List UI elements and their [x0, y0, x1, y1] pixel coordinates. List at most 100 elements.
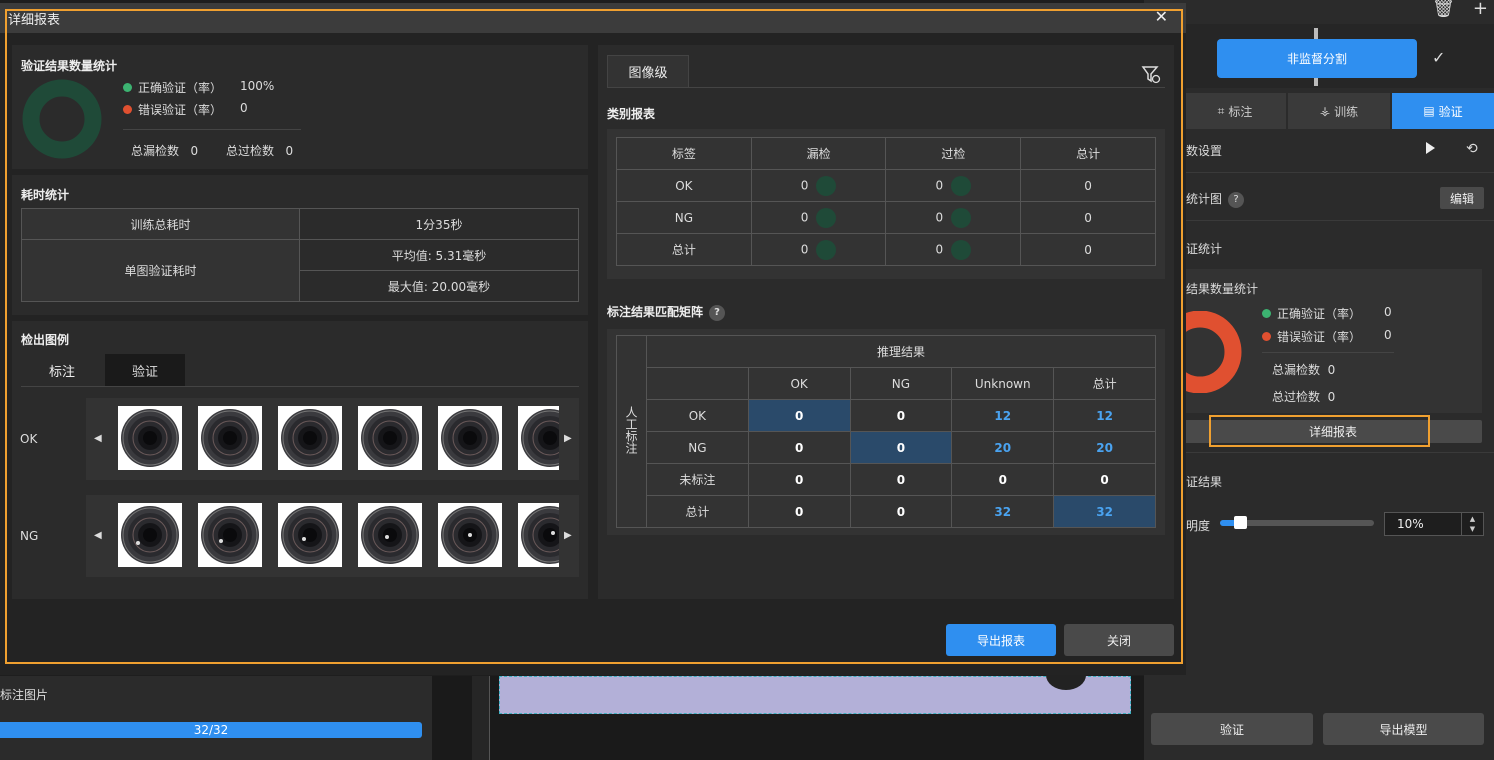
legend-error: 错误验证（率） — [1262, 328, 1361, 345]
close-icon[interactable]: ✕ — [1155, 7, 1168, 26]
divider — [21, 386, 579, 387]
export-model-button[interactable]: 导出模型 — [1323, 713, 1484, 745]
progress-bar: 32/32 — [0, 722, 422, 738]
lens-thumbnail[interactable] — [198, 406, 262, 470]
edit-button[interactable]: 编辑 — [1440, 187, 1484, 209]
legend-error-value: 0 — [1384, 328, 1392, 342]
max-value: 最大值: 20.00毫秒 — [299, 270, 579, 302]
scroll-left-icon[interactable]: ◀ — [94, 433, 102, 444]
help-icon[interactable]: ? — [709, 304, 726, 321]
row-label: OK — [616, 169, 752, 202]
dialog-titlebar: 详细报表 ✕ — [0, 3, 1186, 33]
train-total-value: 1分35秒 — [299, 208, 579, 240]
col-header: 标签 — [616, 137, 752, 170]
red-dot-icon — [1262, 332, 1271, 341]
missed-value: 0 — [800, 178, 809, 192]
legend-error-label: 错误验证（率） — [138, 103, 223, 117]
tab-train[interactable]: ⚶ 训练 — [1288, 93, 1390, 129]
lens-thumbnail[interactable] — [518, 503, 559, 567]
examples-title: 检出图例 — [21, 333, 70, 347]
missed-value: 0 — [800, 210, 809, 224]
validate-button[interactable]: 验证 — [1151, 713, 1313, 745]
matrix-cell: 0 — [951, 463, 1055, 496]
legend-correct: 正确验证（率） — [123, 79, 222, 96]
divider — [1184, 172, 1494, 173]
close-button[interactable]: 关闭 — [1064, 624, 1174, 656]
tab-label-text: 标注 — [1228, 104, 1253, 119]
unsupervised-seg-button[interactable]: 非监督分割 — [1217, 39, 1417, 78]
single-image-label: 单图验证耗时 — [21, 239, 300, 302]
confusion-matrix: 人工标注 推理结果 OK NG Unknown 总计 OK 0 0 12 12 … — [616, 335, 1157, 528]
lens-thumbnail[interactable] — [518, 406, 559, 470]
validate-result-label: 证结果 — [1186, 475, 1223, 489]
over-cell: 0 — [885, 233, 1022, 266]
actual-header: 人工标注 — [623, 406, 638, 454]
legend-error: 错误验证（率） — [123, 101, 222, 118]
row-label: 未标注 — [645, 463, 749, 496]
help-icon[interactable]: ? — [1228, 191, 1245, 208]
matrix-cell: 0 — [747, 431, 851, 464]
divider — [1262, 352, 1394, 353]
predicted-header: 推理结果 — [645, 335, 1157, 368]
scroll-left-icon[interactable]: ◀ — [94, 530, 102, 541]
col-header: 漏检 — [750, 137, 887, 170]
history-icon[interactable]: ⟲ — [1466, 141, 1478, 157]
matrix-cell: 0 — [747, 463, 851, 496]
lens-thumbnail[interactable] — [278, 406, 342, 470]
scroll-right-icon[interactable]: ▶ — [564, 530, 572, 541]
table-row: OK 0 0 12 12 — [617, 399, 1156, 432]
over-value: 0 — [935, 210, 944, 224]
matrix-cell: 0 — [849, 495, 953, 528]
matrix-cell: 0 — [747, 399, 851, 432]
divider — [607, 87, 1165, 88]
brightness-slider-handle[interactable] — [1234, 516, 1247, 529]
row-label-ok: OK — [20, 432, 38, 446]
stats-donut-chart — [22, 79, 102, 159]
matrix-cell: 12 — [951, 399, 1055, 432]
tab-image-level[interactable]: 图像级 — [607, 55, 689, 87]
lens-thumbnail[interactable] — [438, 503, 502, 567]
total-cell: 0 — [1020, 201, 1156, 234]
category-report-table: 标签 漏检 过检 总计 OK 0 0 0 NG 0 0 0 总计 0 0 0 — [616, 137, 1156, 266]
lens-thumbnail[interactable] — [118, 503, 182, 567]
matrix-cell: 20 — [1053, 431, 1156, 464]
missed-label: 总漏检数 — [1272, 363, 1321, 377]
tab-validate[interactable]: ▤ 验证 — [1392, 93, 1494, 129]
lens-thumbnail[interactable] — [358, 406, 422, 470]
tab-label[interactable]: ⌗ 标注 — [1184, 93, 1286, 129]
total-cell: 0 — [1020, 233, 1156, 266]
trash-icon[interactable]: 🗑 — [1432, 0, 1455, 20]
matrix-cell: 0 — [1053, 463, 1156, 496]
table-row: 总计 0 0 32 32 — [617, 495, 1156, 528]
matrix-cell: 0 — [849, 463, 953, 496]
red-dot-icon — [123, 105, 132, 114]
lens-thumbnail[interactable] — [118, 406, 182, 470]
filter-settings-icon[interactable] — [1140, 63, 1162, 85]
canvas-image[interactable] — [499, 676, 1131, 714]
network-icon: ⚶ — [1319, 104, 1331, 118]
col-header: OK — [747, 367, 851, 400]
brightness-spinbox[interactable]: 10% ▲ ▼ — [1384, 512, 1484, 536]
lens-thumbnail[interactable] — [198, 503, 262, 567]
tab-label[interactable]: 标注 — [21, 354, 103, 386]
spin-up-icon[interactable]: ▲ — [1470, 514, 1475, 524]
total-cell: 0 — [1020, 169, 1156, 202]
lens-thumbnail[interactable] — [438, 406, 502, 470]
avg-value: 平均值: 5.31毫秒 — [299, 239, 579, 271]
spin-arrows[interactable]: ▲ ▼ — [1461, 513, 1483, 535]
lens-thumbnail[interactable] — [358, 503, 422, 567]
lens-thumbnail[interactable] — [278, 503, 342, 567]
brightness-value: 10% — [1397, 517, 1424, 531]
scroll-right-icon[interactable]: ▶ — [564, 433, 572, 444]
divider — [1184, 452, 1494, 453]
export-report-button[interactable]: 导出报表 — [946, 624, 1056, 656]
tab-validate[interactable]: 验证 — [105, 354, 185, 386]
play-icon[interactable] — [1426, 142, 1435, 154]
report-tabs: 图像级 — [607, 55, 689, 87]
detail-report-dialog: 详细报表 ✕ 验证结果数量统计 正确验证（率） 100% 错误验证（率） 0 总… — [0, 3, 1186, 675]
labeled-images-label: 标注图片 — [0, 688, 49, 702]
plus-icon[interactable]: + — [1473, 0, 1488, 20]
tab-train-text: 训练 — [1334, 104, 1359, 119]
spin-down-icon[interactable]: ▼ — [1470, 524, 1475, 534]
param-settings-label[interactable]: 数设置 — [1186, 142, 1222, 159]
